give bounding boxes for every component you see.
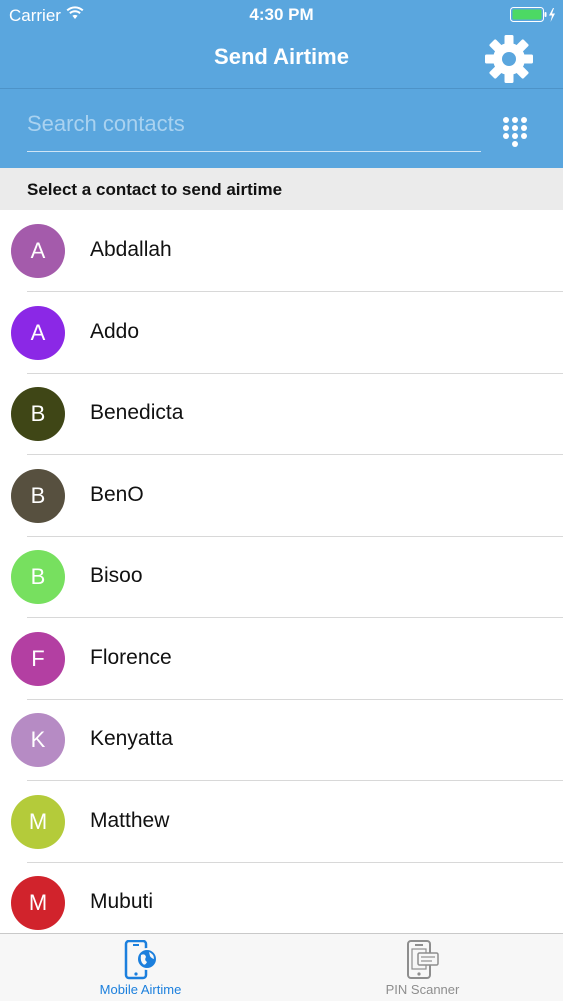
search-input[interactable] (27, 107, 479, 141)
section-header: Select a contact to send airtime (0, 168, 563, 210)
mobile-airtime-icon (122, 939, 162, 985)
pin-scanner-icon (404, 940, 444, 985)
contact-name: Kenyatta (90, 727, 173, 750)
contact-row[interactable]: K Kenyatta (0, 699, 563, 781)
contact-name: Bisoo (90, 564, 143, 587)
tab-pin-scanner[interactable]: PIN Scanner (282, 934, 563, 1001)
avatar: A (11, 306, 65, 360)
contact-row[interactable]: B BenO (0, 455, 563, 537)
contact-name: Mubuti (90, 890, 154, 913)
contact-name: Matthew (90, 809, 170, 832)
tab-label: PIN Scanner (385, 982, 460, 997)
section-header-label: Select a contact to send airtime (27, 180, 283, 199)
avatar: F (11, 632, 65, 686)
contact-name: Addo (90, 320, 140, 343)
contact-list: A Abdallah A Addo B Benedicta B BenO B B… (0, 210, 563, 934)
contact-name: Benedicta (90, 401, 184, 424)
avatar: B (11, 469, 65, 523)
contact-row[interactable]: B Benedicta (0, 373, 563, 455)
avatar: M (11, 876, 65, 930)
avatar: A (11, 224, 65, 278)
contact-row[interactable]: M Mubuti (0, 862, 563, 934)
battery-icon (510, 7, 558, 28)
avatar: M (11, 795, 65, 849)
contact-row[interactable]: M Matthew (0, 781, 563, 863)
avatar: K (11, 713, 65, 767)
avatar: B (11, 387, 65, 441)
contact-row[interactable]: F Florence (0, 618, 563, 700)
gear-icon[interactable] (484, 34, 534, 84)
contact-row[interactable]: A Abdallah (0, 210, 563, 292)
contact-name: BenO (90, 483, 144, 506)
contact-name: Abdallah (90, 238, 172, 261)
tab-mobile-airtime[interactable]: Mobile Airtime (0, 934, 281, 1001)
contact-name: Florence (90, 646, 172, 669)
header: Carrier 4:30 PM Send Airtime (0, 0, 563, 88)
search-underline (27, 151, 481, 152)
search-bar (0, 89, 563, 168)
dialpad-icon[interactable] (499, 115, 531, 151)
status-bar: Carrier 4:30 PM (0, 0, 563, 30)
tab-label: Mobile Airtime (99, 982, 182, 997)
tab-bar: Mobile Airtime PIN Scanner (0, 933, 563, 1001)
status-time: 4:30 PM (249, 5, 314, 24)
contact-row[interactable]: A Addo (0, 292, 563, 374)
page-title: Send Airtime (214, 44, 349, 69)
avatar: B (11, 550, 65, 604)
contact-row[interactable]: B Bisoo (0, 536, 563, 618)
